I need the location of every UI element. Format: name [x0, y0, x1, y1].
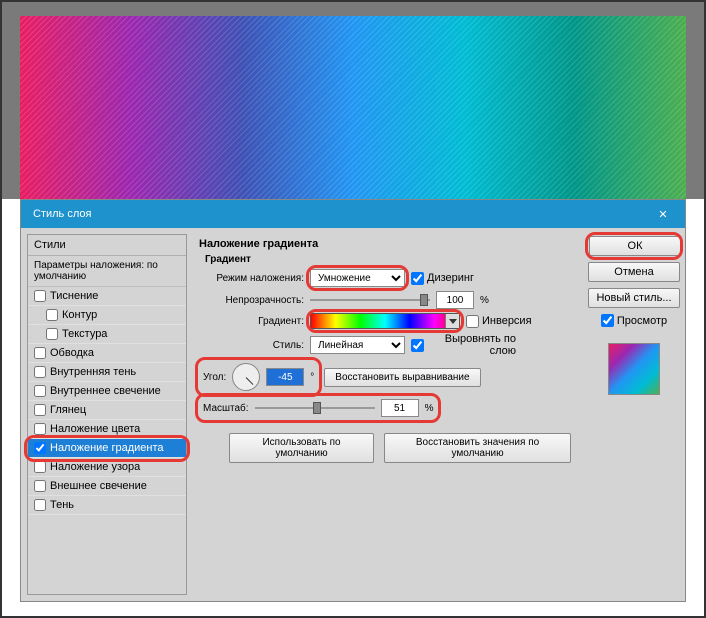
style-item-label: Контур	[62, 309, 97, 321]
style-item[interactable]: Наложение узора	[28, 458, 186, 477]
blend-label: Режим наложения:	[199, 273, 304, 284]
chevron-down-icon[interactable]	[445, 314, 459, 328]
preview-check[interactable]: Просмотр	[601, 314, 667, 327]
make-default-button[interactable]: Использовать по умолчанию	[229, 433, 374, 463]
dialog-body: Стили Параметры наложения: по умолчанию …	[21, 228, 685, 601]
opacity-row: Непрозрачность: %	[199, 291, 571, 309]
style-item[interactable]: Глянец	[28, 401, 186, 420]
preview-label: Просмотр	[617, 315, 667, 327]
style-item-label: Наложение цвета	[50, 423, 140, 435]
cancel-button[interactable]: Отмена	[588, 262, 680, 282]
angle-dial[interactable]	[232, 363, 260, 391]
style-item-label: Внутренняя тень	[50, 366, 136, 378]
scale-input[interactable]	[381, 399, 419, 417]
align-checkbox[interactable]	[411, 339, 424, 352]
style-item[interactable]: Тень	[28, 496, 186, 515]
style-item[interactable]: Текстура	[28, 325, 186, 344]
style-item[interactable]: Внешнее свечение	[28, 477, 186, 496]
style-item-label: Наложение узора	[50, 461, 140, 473]
style-item[interactable]: Наложение градиента	[28, 439, 186, 458]
invert-label: Инверсия	[482, 315, 532, 327]
style-checkbox[interactable]	[46, 309, 58, 321]
panel-group: Градиент	[205, 254, 571, 265]
opacity-slider[interactable]	[310, 293, 430, 307]
style-item-label: Глянец	[50, 404, 86, 416]
canvas-area	[2, 2, 704, 199]
title-bar: Стиль слоя ✕	[21, 200, 685, 228]
angle-label: Угол:	[203, 372, 226, 383]
opacity-label: Непрозрачность:	[199, 295, 304, 306]
settings-panel: Наложение градиента Градиент Режим налож…	[187, 228, 583, 601]
style-item-label: Наложение градиента	[50, 442, 164, 454]
dialog-title: Стиль слоя	[33, 208, 91, 220]
align-check[interactable]: Выровнять по слою	[411, 333, 516, 357]
dither-label: Дизеринг	[427, 272, 474, 284]
style-checkbox[interactable]	[34, 480, 46, 492]
gradient-style-select[interactable]: Линейная	[310, 336, 405, 354]
style-item[interactable]: Наложение цвета	[28, 420, 186, 439]
preview-thumbnail	[608, 343, 660, 395]
style-item-label: Внутреннее свечение	[50, 385, 161, 397]
sidebar-subheader[interactable]: Параметры наложения: по умолчанию	[28, 256, 186, 287]
canvas-preview	[20, 16, 686, 199]
styles-sidebar: Стили Параметры наложения: по умолчанию …	[27, 234, 187, 595]
close-icon: ✕	[658, 208, 667, 221]
style-label: Стиль:	[199, 340, 304, 351]
style-item-label: Обводка	[50, 347, 94, 359]
style-row: Стиль: Линейная Выровнять по слою	[199, 333, 571, 357]
style-checkbox[interactable]	[34, 347, 46, 359]
sidebar-header[interactable]: Стили	[28, 235, 186, 256]
style-checkbox[interactable]	[34, 461, 46, 473]
style-checkbox[interactable]	[34, 366, 46, 378]
style-item-label: Внешнее свечение	[50, 480, 147, 492]
style-item[interactable]: Тиснение	[28, 287, 186, 306]
layer-style-dialog: Стиль слоя ✕ Стили Параметры наложения: …	[20, 199, 686, 602]
panel-title: Наложение градиента	[199, 238, 571, 250]
scale-label: Масштаб:	[203, 403, 249, 414]
style-checkbox[interactable]	[34, 499, 46, 511]
angle-unit: °	[310, 372, 314, 383]
angle-input[interactable]	[266, 368, 304, 386]
blend-row: Режим наложения: Умножение Дизеринг	[199, 269, 571, 287]
angle-row: Угол: ° Восстановить выравнивание	[199, 361, 571, 393]
style-item-label: Текстура	[62, 328, 107, 340]
align-label: Выровнять по слою	[427, 333, 516, 357]
defaults-row: Использовать по умолчанию Восстановить з…	[199, 433, 571, 463]
invert-checkbox[interactable]	[466, 315, 479, 328]
scale-unit: %	[425, 403, 434, 414]
style-item-label: Тиснение	[50, 290, 98, 302]
new-style-button[interactable]: Новый стиль...	[588, 288, 680, 308]
reset-default-button[interactable]: Восстановить значения по умолчанию	[384, 433, 571, 463]
preview-checkbox[interactable]	[601, 314, 614, 327]
style-checkbox[interactable]	[34, 290, 46, 302]
blend-mode-select[interactable]: Умножение	[310, 269, 405, 287]
style-checkbox[interactable]	[34, 385, 46, 397]
scale-row: Масштаб: %	[199, 397, 571, 419]
close-button[interactable]: ✕	[649, 204, 677, 224]
style-item-label: Тень	[50, 499, 74, 511]
opacity-unit: %	[480, 295, 489, 306]
dither-checkbox[interactable]	[411, 272, 424, 285]
style-checkbox[interactable]	[34, 423, 46, 435]
style-item[interactable]: Контур	[28, 306, 186, 325]
style-checkbox[interactable]	[34, 404, 46, 416]
style-item[interactable]: Внутренняя тень	[28, 363, 186, 382]
style-checkbox[interactable]	[46, 328, 58, 340]
gradient-label: Градиент:	[199, 316, 304, 327]
scale-slider[interactable]	[255, 401, 375, 415]
style-item[interactable]: Обводка	[28, 344, 186, 363]
dither-check[interactable]: Дизеринг	[411, 272, 516, 285]
style-list: Тиснение Контур Текстура Обводка Внутренняя …	[28, 287, 186, 515]
style-checkbox[interactable]	[34, 442, 46, 454]
ok-button[interactable]: ОК	[589, 236, 681, 256]
reset-alignment-button[interactable]: Восстановить выравнивание	[324, 368, 480, 387]
opacity-input[interactable]	[436, 291, 474, 309]
gradient-picker[interactable]	[310, 313, 460, 329]
gradient-row: Градиент: Инверсия	[199, 313, 571, 329]
style-item[interactable]: Внутреннее свечение	[28, 382, 186, 401]
right-column: ОК Отмена Новый стиль... Просмотр	[583, 228, 685, 601]
invert-check[interactable]: Инверсия	[466, 315, 571, 328]
